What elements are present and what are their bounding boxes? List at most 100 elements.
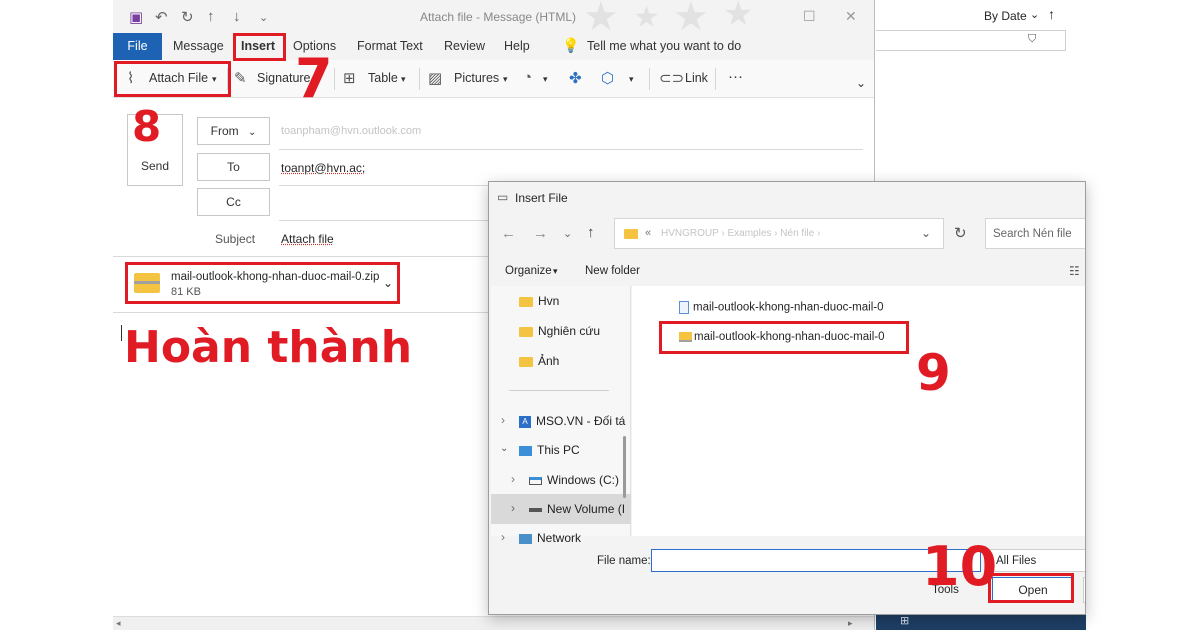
nav-item-windows-c[interactable]: Windows (C:) bbox=[529, 473, 619, 487]
organize-button[interactable]: Organize bbox=[505, 265, 552, 277]
scroll-right-icon[interactable]: ▸ bbox=[848, 618, 853, 629]
shapes-icon[interactable]: ◔ bbox=[523, 69, 532, 86]
expand-icon[interactable]: › bbox=[511, 472, 515, 486]
recent-locations-icon[interactable]: ⌄ bbox=[563, 227, 572, 240]
navigation-pane: Hvn Nghiên cứu Ảnh › A MSO.VN - Đối tá ⌄ … bbox=[491, 286, 631, 545]
more-commands-button[interactable]: ··· bbox=[728, 68, 743, 85]
folder-icon bbox=[519, 326, 533, 337]
expand-icon[interactable]: › bbox=[501, 413, 505, 427]
drive-icon bbox=[529, 476, 542, 485]
horizontal-scrollbar[interactable]: ◂ ▸ bbox=[113, 616, 874, 630]
3d-models-dropdown-icon[interactable]: ▾ bbox=[629, 74, 634, 85]
forward-icon[interactable]: → bbox=[533, 225, 548, 242]
ribbon-separator bbox=[419, 68, 420, 90]
nav-item-mso[interactable]: A MSO.VN - Đối tá bbox=[519, 414, 625, 428]
tab-file[interactable]: File bbox=[113, 33, 162, 60]
pictures-icon: ▨ bbox=[428, 70, 443, 87]
new-folder-button[interactable]: New folder bbox=[585, 265, 640, 277]
tab-message[interactable]: Message bbox=[173, 39, 224, 53]
field-divider bbox=[279, 149, 863, 150]
redo-icon[interactable]: ↻ bbox=[181, 8, 194, 26]
undo-icon[interactable]: ↶ bbox=[155, 8, 168, 26]
nav-quick-folder[interactable]: Nghiên cứu bbox=[519, 324, 600, 338]
highlight-zip-file bbox=[659, 321, 909, 354]
window-title: Attach file - Message (HTML) bbox=[420, 10, 577, 24]
nav-item-this-pc[interactable]: This PC bbox=[519, 443, 580, 457]
nav-divider bbox=[509, 390, 609, 391]
filter-bar: ⛉ bbox=[876, 30, 1066, 51]
breadcrumb-item[interactable]: HVNGROUP bbox=[661, 228, 719, 239]
taskbar-icon[interactable]: ⊞ bbox=[900, 614, 909, 627]
pictures-button[interactable]: Pictures bbox=[454, 71, 499, 85]
ribbon-separator bbox=[649, 68, 650, 90]
close-icon[interactable]: ✕ bbox=[845, 8, 857, 25]
collapse-icon[interactable]: ⌄ bbox=[500, 443, 508, 454]
tab-format-text[interactable]: Format Text bbox=[357, 39, 423, 53]
ribbon-separator bbox=[715, 68, 716, 90]
breadcrumb-item[interactable]: Nén file bbox=[780, 228, 814, 239]
expand-icon[interactable]: › bbox=[511, 501, 515, 515]
highlight-insert-tab bbox=[233, 33, 286, 61]
tab-review[interactable]: Review bbox=[444, 39, 485, 53]
nav-quick-folder[interactable]: Ảnh bbox=[519, 354, 559, 368]
back-icon[interactable]: ← bbox=[501, 225, 516, 242]
table-button[interactable]: Table bbox=[368, 71, 398, 85]
expand-icon[interactable]: › bbox=[501, 530, 505, 544]
signature-icon: ✎ bbox=[234, 70, 247, 87]
table-dropdown-icon[interactable]: ▾ bbox=[401, 74, 406, 85]
address-crumbs[interactable]: HVNGROUP › Examples › Nén file › bbox=[661, 228, 820, 239]
arrow-down-icon[interactable]: ↓ bbox=[233, 8, 241, 25]
3d-models-icon[interactable]: ⬡ bbox=[601, 69, 614, 87]
file-type-select[interactable]: All Files bbox=[989, 549, 1085, 572]
nav-item-new-volume[interactable]: New Volume (I bbox=[529, 502, 625, 516]
shapes-dropdown-icon[interactable]: ▾ bbox=[543, 74, 548, 85]
refresh-icon[interactable]: ↻ bbox=[954, 224, 967, 242]
text-cursor bbox=[121, 325, 122, 341]
network-icon bbox=[519, 533, 532, 544]
scroll-left-icon[interactable]: ◂ bbox=[116, 618, 121, 629]
address-bar[interactable]: « HVNGROUP › Examples › Nén file › ⌄ bbox=[614, 218, 944, 249]
from-value: toanpham@hvn.outlook.com bbox=[281, 125, 422, 137]
highlight-open-button bbox=[988, 573, 1074, 603]
sort-direction-icon[interactable]: ↑ bbox=[1048, 6, 1055, 22]
folder-icon bbox=[519, 356, 533, 367]
filter-icon[interactable]: ⛉ bbox=[1028, 33, 1036, 46]
breadcrumb-item[interactable]: Examples bbox=[728, 228, 772, 239]
nav-item-network[interactable]: Network bbox=[519, 531, 581, 545]
subject-field[interactable]: Attach file bbox=[281, 232, 334, 246]
from-button[interactable]: From ⌄ bbox=[197, 117, 270, 145]
customize-toolbar-icon[interactable]: ⌄ bbox=[259, 11, 268, 24]
icons-icon[interactable]: ✤ bbox=[569, 69, 582, 87]
sort-by-date[interactable]: By Date bbox=[984, 9, 1027, 23]
ribbon-collapse-icon[interactable]: ⌄ bbox=[856, 76, 866, 90]
view-options-icon[interactable]: ☷ bbox=[1069, 264, 1080, 278]
arrow-up-icon[interactable]: ↑ bbox=[207, 8, 215, 25]
restore-icon[interactable]: ☐ bbox=[803, 8, 816, 25]
address-history-icon[interactable]: ⌄ bbox=[921, 226, 931, 240]
dialog-window-icon: ▭ bbox=[497, 190, 509, 204]
to-button[interactable]: To bbox=[197, 153, 270, 181]
tell-me-search[interactable]: Tell me what you want to do bbox=[587, 39, 741, 53]
search-input[interactable]: Search Nén file bbox=[993, 228, 1072, 240]
cancel-button-edge[interactable] bbox=[1083, 577, 1085, 603]
up-folder-icon[interactable]: ↑ bbox=[587, 224, 595, 241]
save-icon[interactable]: ▣ bbox=[129, 8, 143, 26]
nav-scrollbar[interactable] bbox=[623, 436, 626, 498]
organize-dropdown-icon[interactable]: ▾ bbox=[553, 266, 558, 277]
tab-help[interactable]: Help bbox=[504, 39, 530, 53]
dialog-title: Insert File bbox=[515, 191, 568, 205]
chevron-down-icon[interactable]: ⌄ bbox=[1030, 8, 1039, 21]
menu-bar: File Message Insert Options Format Text … bbox=[113, 33, 874, 60]
to-field[interactable]: toanpt@hvn.ac; bbox=[281, 161, 365, 175]
file-item[interactable]: mail-outlook-khong-nhan-duoc-mail-0 bbox=[679, 301, 883, 314]
decorative-star-icon: ★ bbox=[723, 0, 754, 33]
nav-quick-folder[interactable]: Hvn bbox=[519, 294, 559, 308]
cc-button[interactable]: Cc bbox=[197, 188, 270, 216]
search-box[interactable]: Search Nén file bbox=[985, 218, 1085, 249]
address-overflow[interactable]: « bbox=[645, 227, 651, 239]
table-icon: ⊞ bbox=[343, 70, 356, 87]
link-button[interactable]: Link bbox=[685, 71, 708, 85]
drive-icon bbox=[529, 507, 542, 512]
pictures-dropdown-icon[interactable]: ▾ bbox=[503, 74, 508, 85]
lightbulb-icon: 💡 bbox=[562, 37, 580, 53]
